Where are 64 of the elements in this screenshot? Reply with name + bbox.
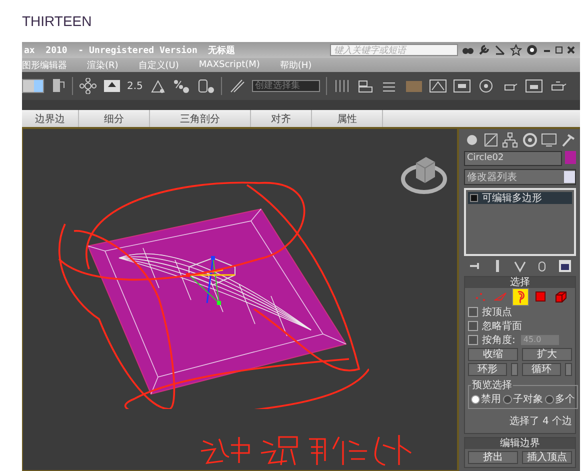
angle-snap-icon[interactable] bbox=[148, 78, 167, 94]
checkbox-label: 按顶点 bbox=[482, 306, 512, 319]
snap-value: 2.5 bbox=[127, 80, 143, 92]
rollout-button[interactable]: 挤出 bbox=[468, 451, 518, 464]
rollout-button[interactable]: 扩大 bbox=[522, 348, 572, 361]
align-icon[interactable] bbox=[356, 78, 375, 94]
border-level-icon[interactable] bbox=[512, 289, 528, 305]
rollout-button[interactable]: 收缩 bbox=[468, 348, 518, 361]
radio-button[interactable] bbox=[545, 394, 554, 404]
checkbox[interactable] bbox=[468, 335, 478, 345]
checkbox[interactable] bbox=[468, 321, 478, 331]
screen-icon[interactable] bbox=[103, 78, 121, 94]
help-icon[interactable] bbox=[526, 44, 538, 56]
ribbon-tab[interactable]: 边界边 bbox=[22, 110, 79, 127]
rollout-button[interactable]: 循环 bbox=[522, 363, 561, 376]
render-frame-icon[interactable] bbox=[524, 78, 543, 94]
star-icon[interactable] bbox=[510, 44, 522, 56]
ribbon-tab[interactable]: 细分 bbox=[79, 110, 150, 127]
selection-status: 选择了 4 个边 bbox=[508, 414, 572, 429]
checkbox-label: 按角度: bbox=[482, 334, 516, 347]
curve-editor-icon[interactable] bbox=[428, 78, 447, 94]
spinner-snap-icon[interactable] bbox=[196, 78, 215, 94]
display-icon[interactable] bbox=[540, 132, 557, 148]
schematic-icon[interactable] bbox=[452, 78, 471, 94]
rollout-button[interactable]: 环形 bbox=[468, 363, 507, 376]
wrench-icon[interactable] bbox=[478, 44, 490, 56]
configure-icon[interactable] bbox=[558, 259, 572, 273]
group-title: 预览选择 bbox=[471, 378, 513, 392]
stack-item[interactable]: 可编辑多边形 bbox=[468, 192, 572, 204]
rollout-title[interactable]: 编辑边界 bbox=[465, 438, 575, 449]
ribbon-tab[interactable]: 三角剖分 bbox=[150, 110, 251, 127]
material-editor-icon[interactable] bbox=[476, 78, 495, 94]
window-title: ax 2010 - Unregistered Version 无标题 bbox=[23, 44, 236, 56]
window-controls-icon[interactable] bbox=[542, 44, 576, 56]
rollout-button[interactable]: 插入顶点 bbox=[522, 451, 572, 464]
modify-icon[interactable] bbox=[483, 132, 500, 148]
hammer-icon[interactable] bbox=[560, 132, 576, 148]
nodes-icon[interactable] bbox=[79, 78, 97, 94]
menu-item[interactable]: 图形编辑器 bbox=[22, 58, 67, 72]
object-color-swatch[interactable] bbox=[565, 151, 576, 164]
element-level-icon[interactable] bbox=[552, 289, 568, 305]
object-name-field[interactable]: Circle02 bbox=[464, 151, 562, 166]
create-icon[interactable] bbox=[464, 132, 480, 148]
radio-button[interactable] bbox=[503, 394, 512, 404]
make-unique-icon[interactable] bbox=[512, 259, 527, 273]
menu-item[interactable]: 渲染(R) bbox=[87, 58, 118, 72]
menu-item[interactable]: 帮助(H) bbox=[280, 58, 312, 72]
radio-label: 多个 bbox=[555, 393, 575, 406]
page-heading: THIRTEEN bbox=[22, 13, 92, 29]
checkbox-label: 忽略背面 bbox=[482, 320, 522, 333]
motion-icon[interactable] bbox=[522, 132, 538, 148]
percent-snap-icon[interactable] bbox=[172, 78, 191, 94]
radio-label: 子对象 bbox=[513, 392, 543, 406]
modifier-list-dropdown[interactable]: 修改器列表 bbox=[464, 169, 576, 185]
ribbon-tab[interactable]: 对齐 bbox=[251, 110, 312, 127]
radio-button[interactable] bbox=[471, 394, 480, 404]
checkbox[interactable] bbox=[468, 307, 478, 317]
rollout-title[interactable]: 选择 bbox=[465, 277, 575, 288]
radio-label: 禁用 bbox=[481, 392, 501, 406]
ribbon-tab[interactable]: 属性 bbox=[312, 110, 383, 127]
selection-set-field[interactable]: 创建选择集 bbox=[252, 80, 320, 92]
menu-item[interactable]: MAXScript(M) bbox=[198, 60, 260, 70]
hierarchy-icon[interactable] bbox=[502, 132, 518, 148]
menu-item[interactable]: 自定义(U) bbox=[138, 58, 179, 72]
